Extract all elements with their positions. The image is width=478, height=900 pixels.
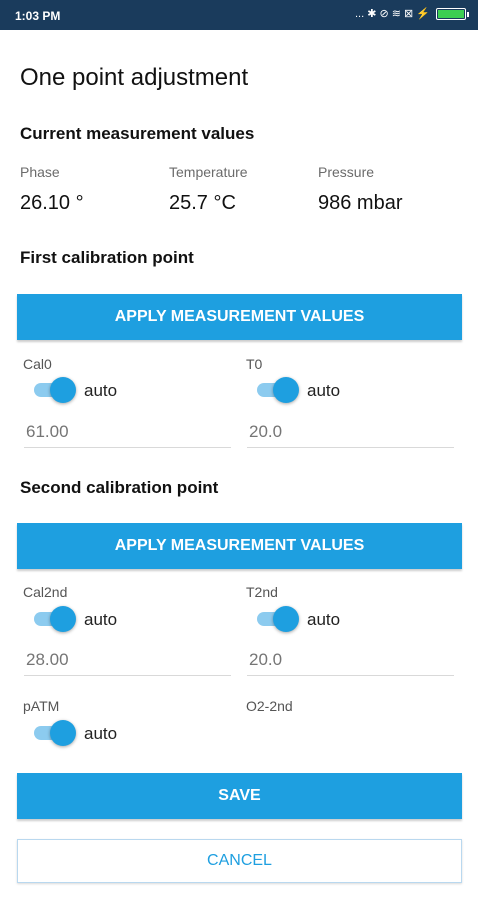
t2nd-input[interactable] (247, 644, 454, 676)
status-time: 1:03 PM (15, 9, 61, 23)
o2-2nd-label: O2-2nd (246, 698, 293, 714)
status-bar: 1:03 PM ... ✱ ⊘ ≋ ⊠ ⚡ (0, 0, 478, 30)
t2nd-auto-label: auto (307, 610, 341, 629)
page-title: One point adjustment (20, 64, 249, 91)
patm-auto-toggle[interactable] (34, 720, 76, 746)
t2nd-label: T2nd (246, 584, 278, 600)
cal0-input[interactable] (24, 416, 231, 448)
t0-input[interactable] (247, 416, 454, 448)
cal2nd-auto-toggle[interactable] (34, 606, 76, 632)
t2nd-auto-toggle[interactable] (257, 606, 299, 632)
phase-label: Phase (20, 164, 60, 180)
t0-auto-toggle[interactable] (257, 377, 299, 403)
cal0-auto-toggle[interactable] (34, 377, 76, 403)
pressure-label: Pressure (318, 164, 375, 180)
save-button[interactable]: SAVE (17, 773, 462, 819)
battery-icon (436, 7, 469, 20)
apply-measurement-values-button-2[interactable]: APPLY MEASUREMENT VALUES (17, 523, 462, 569)
status-icons: ... ✱ ⊘ ≋ ⊠ ⚡ (354, 7, 469, 20)
second-calibration-heading: Second calibration point (20, 478, 219, 497)
phase-readout: Phase 26.10 ° (20, 164, 84, 215)
phase-value: 26.10 ° (20, 192, 84, 214)
patm-auto-label: auto (84, 724, 118, 743)
status-indicator-icons: ... ✱ ⊘ ≋ ⊠ ⚡ (354, 8, 430, 20)
pressure-readout: Pressure 986 mbar (318, 164, 403, 215)
cal0-auto-label: auto (84, 381, 118, 400)
first-calibration-heading: First calibration point (20, 248, 194, 267)
cal2nd-label: Cal2nd (23, 584, 68, 600)
temperature-label: Temperature (169, 164, 248, 180)
t0-label: T0 (246, 356, 263, 372)
cancel-button[interactable]: CANCEL (17, 839, 462, 883)
cal0-label: Cal0 (23, 356, 52, 372)
t0-auto-label: auto (307, 381, 341, 400)
current-values-heading: Current measurement values (20, 124, 255, 143)
temperature-value: 25.7 °C (169, 192, 236, 214)
apply-measurement-values-button-1[interactable]: APPLY MEASUREMENT VALUES (17, 294, 462, 340)
temperature-readout: Temperature 25.7 °C (169, 164, 248, 215)
cal2nd-auto-label: auto (84, 610, 118, 629)
pressure-value: 986 mbar (318, 192, 403, 214)
patm-label: pATM (23, 698, 60, 714)
cal2nd-input[interactable] (24, 644, 231, 676)
